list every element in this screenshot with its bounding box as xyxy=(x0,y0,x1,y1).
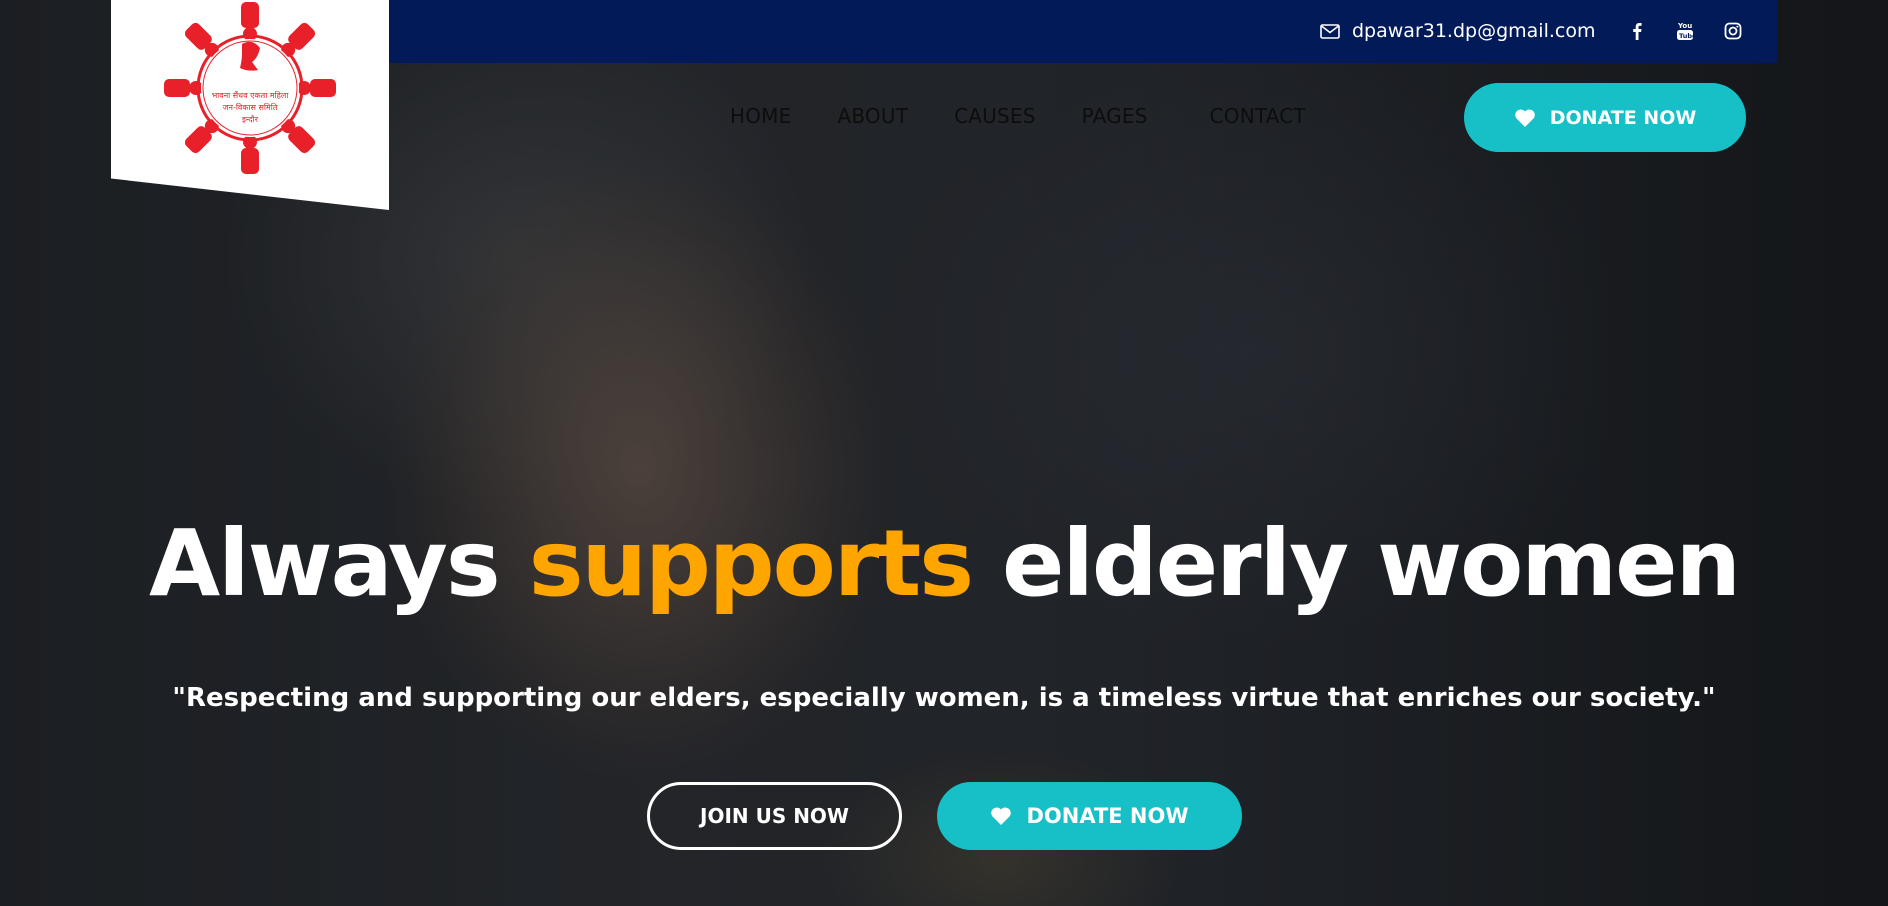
headline-accent-word: supports xyxy=(528,510,974,617)
hero-donate-button[interactable]: DONATE NOW xyxy=(937,782,1242,850)
nav-label: CONTACT xyxy=(1209,104,1306,128)
top-contact-bar: dpawar31.dp@gmail.com You Tube xyxy=(388,0,1777,63)
nav-label: CAUSES xyxy=(954,104,1036,128)
logo-text-line3: इन्दौर xyxy=(242,114,259,124)
hero-headline: Always supports elderly women xyxy=(0,510,1888,617)
logo-text-line1: भावना सैंधव एकता महिला xyxy=(212,90,290,100)
heart-icon xyxy=(1514,108,1535,127)
donate-label: DONATE NOW xyxy=(1026,804,1189,828)
nav-item-about[interactable]: ABOUT xyxy=(837,104,908,128)
headline-part2: elderly women xyxy=(971,510,1741,617)
instagram-icon[interactable] xyxy=(1722,20,1744,42)
nav-item-causes[interactable]: CAUSES xyxy=(954,104,1036,128)
logo-text-line2: जन-विकास समिति xyxy=(223,102,278,112)
facebook-icon[interactable] xyxy=(1626,20,1648,42)
chevron-down-icon xyxy=(1154,113,1163,120)
hero-quote: "Respecting and supporting our elders, e… xyxy=(172,683,1716,713)
headline-part1: Always xyxy=(148,510,529,617)
contact-email[interactable]: dpawar31.dp@gmail.com xyxy=(1320,17,1595,45)
organization-logo: भावना सैंधव एकता महिला जन-विकास समिति इन… xyxy=(164,2,336,174)
youtube-icon[interactable]: You Tube xyxy=(1674,20,1696,42)
header-donate-button[interactable]: DONATE NOW xyxy=(1464,83,1746,152)
svg-text:Tube: Tube xyxy=(1679,32,1694,40)
nav-item-contact[interactable]: CONTACT xyxy=(1210,104,1306,128)
logo-card[interactable]: भावना सैंधव एकता महिला जन-विकास समिति इन… xyxy=(111,0,389,210)
mail-icon xyxy=(1320,23,1340,39)
email-text: dpawar31.dp@gmail.com xyxy=(1352,20,1596,42)
nav-label: HOME xyxy=(730,104,792,128)
main-navigation: HOME ABOUT CAUSES PAGES CONTACT xyxy=(730,104,1306,128)
nav-item-pages[interactable]: PAGES xyxy=(1082,104,1164,128)
nav-label: ABOUT xyxy=(837,104,909,128)
nav-label: PAGES xyxy=(1081,104,1148,128)
donate-label: DONATE NOW xyxy=(1549,106,1697,129)
heart-icon xyxy=(991,807,1012,825)
join-label: JOIN US NOW xyxy=(700,804,849,828)
join-us-button[interactable]: JOIN US NOW xyxy=(647,782,902,850)
svg-text:You: You xyxy=(1677,22,1692,30)
social-links: You Tube xyxy=(1626,20,1744,42)
nav-item-home[interactable]: HOME xyxy=(730,104,791,128)
